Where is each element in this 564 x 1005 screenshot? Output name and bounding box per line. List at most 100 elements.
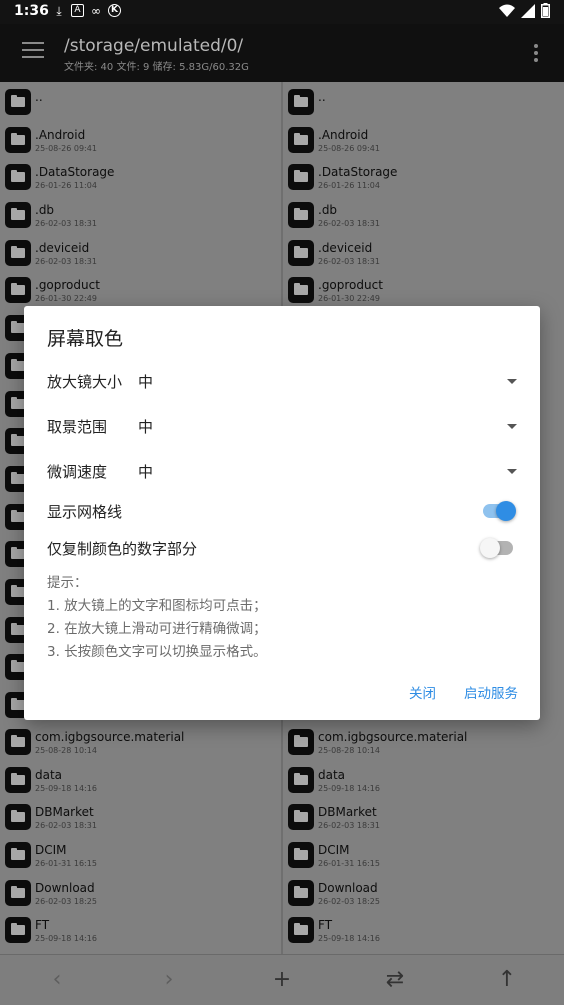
list-item[interactable]: .. xyxy=(0,82,282,120)
list-item[interactable]: .goproduct 26-01-30 22:49 xyxy=(0,270,282,308)
show-grid-toggle[interactable] xyxy=(483,501,516,521)
k-icon: K xyxy=(108,4,121,17)
magnifier-size-label: 放大镜大小 xyxy=(47,373,123,391)
show-grid-row: 显示网格线 xyxy=(47,498,517,526)
tip-line: 3. 长按颜色文字可以切换显示格式。 xyxy=(47,644,267,660)
fine-tune-speed-value: 中 xyxy=(138,463,154,481)
add-icon[interactable]: + xyxy=(267,965,297,995)
file-date: 26-02-03 18:25 xyxy=(318,896,380,906)
folder-icon xyxy=(288,89,314,115)
folder-icon xyxy=(5,239,31,266)
tips-heading: 提示： xyxy=(47,575,88,591)
dialog-title: 屏幕取色 xyxy=(47,328,124,350)
magnifier-size-select[interactable]: 放大镜大小 中 xyxy=(47,367,517,397)
folder-icon xyxy=(288,277,314,304)
list-item[interactable]: com.igbgsource.material 25-08-28 10:14 xyxy=(283,722,564,760)
file-date: 25-09-18 14:16 xyxy=(318,934,380,944)
folder-icon xyxy=(288,766,314,793)
folder-icon xyxy=(288,842,314,869)
list-item[interactable]: .deviceid 26-02-03 18:31 xyxy=(283,233,564,271)
copy-digits-label: 仅复制颜色的数字部分 xyxy=(47,540,198,558)
list-item[interactable]: .DataStorage 26-01-26 11:04 xyxy=(283,157,564,195)
file-date: 26-01-26 11:04 xyxy=(35,181,97,191)
up-icon[interactable]: ↑ xyxy=(492,965,522,995)
file-date: 26-01-31 16:15 xyxy=(35,859,97,869)
file-name: .goproduct xyxy=(318,278,383,293)
file-date: 25-09-18 14:16 xyxy=(35,783,97,793)
capture-range-select[interactable]: 取景范围 中 xyxy=(47,412,517,442)
folder-icon xyxy=(5,202,31,229)
folder-icon xyxy=(5,766,31,793)
copy-digits-toggle[interactable] xyxy=(480,538,513,558)
list-item[interactable]: DBMarket 26-02-03 18:31 xyxy=(0,797,282,835)
fine-tune-speed-label: 微调速度 xyxy=(47,463,108,481)
list-item[interactable]: DCIM 26-01-31 16:15 xyxy=(0,835,282,873)
list-item[interactable]: DCIM 26-01-31 16:15 xyxy=(283,835,564,873)
dropdown-arrow-icon xyxy=(507,424,517,429)
list-item[interactable]: .Android 25-08-26 09:41 xyxy=(0,120,282,158)
status-time: 1:36 xyxy=(14,3,49,19)
copy-digits-row: 仅复制颜色的数字部分 xyxy=(47,535,517,563)
folder-icon xyxy=(5,89,31,115)
file-name: .Android xyxy=(318,127,369,142)
file-name: .DataStorage xyxy=(35,165,115,180)
magnifier-size-value: 中 xyxy=(138,373,154,391)
file-name: .db xyxy=(35,203,55,218)
list-item[interactable]: .db 26-02-03 18:31 xyxy=(283,195,564,233)
list-item[interactable]: .db 26-02-03 18:31 xyxy=(0,195,282,233)
tips-text: 提示： 1. 放大镜上的文字和图标均可点击； 2. 在放大镜上滑动可进行精确微调… xyxy=(47,572,267,664)
file-name: .db xyxy=(318,203,338,218)
file-date: 26-02-03 18:31 xyxy=(318,219,380,229)
file-date: 26-02-03 18:31 xyxy=(35,256,97,266)
folder-icon xyxy=(288,804,314,831)
wifi-icon xyxy=(499,4,515,17)
file-name: .deviceid xyxy=(35,240,90,255)
system-icons xyxy=(499,3,550,18)
file-name: com.igbgsource.material xyxy=(35,730,185,744)
dropdown-arrow-icon xyxy=(507,469,517,474)
file-date: 25-08-28 10:14 xyxy=(35,746,97,755)
list-item[interactable]: .Android 25-08-26 09:41 xyxy=(283,120,564,158)
more-options-icon[interactable] xyxy=(534,44,540,65)
menu-icon[interactable] xyxy=(22,42,44,60)
current-path: /storage/emulated/0/ xyxy=(64,36,244,56)
file-date: 25-09-18 14:16 xyxy=(318,783,380,793)
file-name: .deviceid xyxy=(318,240,373,255)
list-item[interactable]: .deviceid 26-02-03 18:31 xyxy=(0,233,282,271)
tip-line: 1. 放大镜上的文字和图标均可点击； xyxy=(47,598,267,614)
notification-icons: ⤓ A ∞ K xyxy=(52,4,121,18)
folder-icon xyxy=(288,879,314,906)
file-name: .goproduct xyxy=(35,278,100,293)
list-item[interactable]: .. xyxy=(283,82,564,120)
download-icon: ⤓ xyxy=(56,4,62,18)
list-item[interactable]: data 25-09-18 14:16 xyxy=(0,760,282,798)
a-icon: A xyxy=(71,4,84,17)
file-name: DBMarket xyxy=(35,805,94,820)
file-date: 26-02-03 18:31 xyxy=(35,219,97,229)
swap-icon[interactable]: ⇄ xyxy=(380,965,410,995)
forward-icon[interactable]: › xyxy=(154,965,184,995)
file-date: 25-08-26 09:41 xyxy=(318,143,380,153)
folder-icon xyxy=(288,729,314,755)
list-item[interactable]: Download 26-02-03 18:25 xyxy=(0,873,282,911)
folder-icon xyxy=(5,277,31,304)
fine-tune-speed-select[interactable]: 微调速度 中 xyxy=(47,457,517,487)
list-item[interactable]: data 25-09-18 14:16 xyxy=(283,760,564,798)
list-item[interactable]: Download 26-02-03 18:25 xyxy=(283,873,564,911)
back-icon[interactable]: ‹ xyxy=(42,965,72,995)
file-date: 26-01-30 22:49 xyxy=(35,294,97,304)
capture-range-label: 取景范围 xyxy=(47,418,108,436)
close-button[interactable]: 关闭 xyxy=(409,682,436,702)
file-date: 25-08-28 10:14 xyxy=(318,746,380,755)
signal-icon xyxy=(521,3,535,18)
battery-icon xyxy=(541,3,550,18)
list-item[interactable]: com.igbgsource.material 25-08-28 10:14 xyxy=(0,722,282,760)
list-item[interactable]: FT 25-09-18 14:16 xyxy=(283,910,564,948)
list-item[interactable]: .DataStorage 26-01-26 11:04 xyxy=(0,157,282,195)
list-item[interactable]: FT 25-09-18 14:16 xyxy=(0,910,282,948)
start-service-button[interactable]: 启动服务 xyxy=(464,682,518,702)
folder-icon xyxy=(5,842,31,869)
list-item[interactable]: DBMarket 26-02-03 18:31 xyxy=(283,797,564,835)
app-bar: /storage/emulated/0/ 文件夹: 40 文件: 9 储存: 5… xyxy=(0,24,564,82)
list-item[interactable]: .goproduct 26-01-30 22:49 xyxy=(283,270,564,308)
